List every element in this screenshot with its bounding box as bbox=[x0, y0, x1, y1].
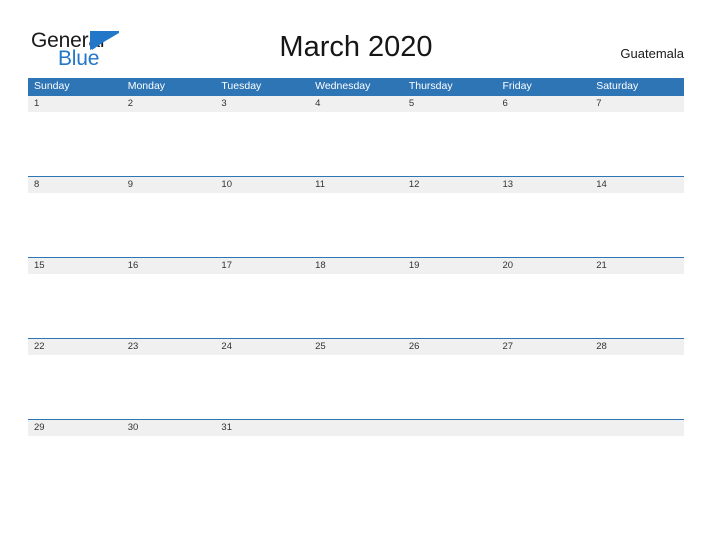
calendar-week-row: 1 2 3 4 5 6 7 bbox=[28, 95, 684, 176]
week-note-area bbox=[28, 355, 684, 419]
day-note-cell[interactable] bbox=[122, 112, 216, 176]
day-note-cell[interactable] bbox=[590, 274, 684, 338]
day-note-cell[interactable] bbox=[215, 355, 309, 419]
week-date-band: 8 9 10 11 12 13 14 bbox=[28, 176, 684, 193]
day-number[interactable]: 29 bbox=[28, 420, 122, 436]
day-number[interactable]: 17 bbox=[215, 258, 309, 274]
day-note-cell[interactable] bbox=[497, 355, 591, 419]
day-note-cell[interactable] bbox=[403, 274, 497, 338]
calendar-grid: Sunday Monday Tuesday Wednesday Thursday… bbox=[28, 78, 684, 436]
day-note-cell[interactable] bbox=[497, 112, 591, 176]
week-note-area bbox=[28, 112, 684, 176]
day-number[interactable]: 9 bbox=[122, 177, 216, 193]
day-note-cell[interactable] bbox=[590, 112, 684, 176]
week-date-band: 15 16 17 18 19 20 21 bbox=[28, 257, 684, 274]
calendar-week-row: 29 30 31 bbox=[28, 419, 684, 436]
day-note-cell[interactable] bbox=[122, 193, 216, 257]
calendar-week-row: 8 9 10 11 12 13 14 bbox=[28, 176, 684, 257]
day-number[interactable]: 28 bbox=[590, 339, 684, 355]
weekday-header-wednesday: Wednesday bbox=[315, 80, 371, 92]
page-title: March 2020 bbox=[279, 31, 433, 63]
day-note-cell[interactable] bbox=[497, 274, 591, 338]
day-note-cell[interactable] bbox=[309, 355, 403, 419]
week-note-area bbox=[28, 193, 684, 257]
day-note-cell[interactable] bbox=[122, 355, 216, 419]
day-note-cell[interactable] bbox=[28, 355, 122, 419]
day-note-cell[interactable] bbox=[122, 274, 216, 338]
day-number-empty bbox=[497, 420, 591, 436]
day-number-empty bbox=[309, 420, 403, 436]
day-note-cell[interactable] bbox=[309, 274, 403, 338]
calendar-week-row: 22 23 24 25 26 27 28 bbox=[28, 338, 684, 419]
weekday-header-sunday: Sunday bbox=[34, 80, 70, 92]
day-number[interactable]: 14 bbox=[590, 177, 684, 193]
day-number[interactable]: 10 bbox=[215, 177, 309, 193]
day-note-cell[interactable] bbox=[215, 274, 309, 338]
day-number[interactable]: 24 bbox=[215, 339, 309, 355]
calendar-week-row: 15 16 17 18 19 20 21 bbox=[28, 257, 684, 338]
day-number[interactable]: 31 bbox=[215, 420, 309, 436]
country-label: Guatemala bbox=[620, 46, 684, 61]
day-number[interactable]: 27 bbox=[497, 339, 591, 355]
day-number-empty bbox=[403, 420, 497, 436]
day-number[interactable]: 7 bbox=[590, 96, 684, 112]
day-note-cell[interactable] bbox=[309, 193, 403, 257]
day-number[interactable]: 13 bbox=[497, 177, 591, 193]
day-number[interactable]: 30 bbox=[122, 420, 216, 436]
week-date-band: 1 2 3 4 5 6 7 bbox=[28, 95, 684, 112]
weekday-header-row: Sunday Monday Tuesday Wednesday Thursday… bbox=[28, 78, 684, 95]
day-note-cell[interactable] bbox=[590, 193, 684, 257]
day-note-cell[interactable] bbox=[403, 355, 497, 419]
day-note-cell[interactable] bbox=[590, 355, 684, 419]
week-date-band: 29 30 31 bbox=[28, 419, 684, 436]
week-note-area bbox=[28, 274, 684, 338]
logo-text-blue: Blue bbox=[58, 47, 100, 70]
day-number[interactable]: 2 bbox=[122, 96, 216, 112]
day-number[interactable]: 6 bbox=[497, 96, 591, 112]
day-number[interactable]: 1 bbox=[28, 96, 122, 112]
day-number[interactable]: 18 bbox=[309, 258, 403, 274]
day-number[interactable]: 20 bbox=[497, 258, 591, 274]
generalblue-logo[interactable]: General Blue bbox=[31, 30, 141, 70]
day-number[interactable]: 26 bbox=[403, 339, 497, 355]
weekday-header-thursday: Thursday bbox=[408, 80, 453, 92]
day-number[interactable]: 25 bbox=[309, 339, 403, 355]
day-number[interactable]: 16 bbox=[122, 258, 216, 274]
day-number[interactable]: 4 bbox=[309, 96, 403, 112]
day-number[interactable]: 12 bbox=[403, 177, 497, 193]
day-number[interactable]: 3 bbox=[215, 96, 309, 112]
page-header: General Blue March 2020 Guatemala bbox=[0, 0, 712, 76]
weekday-header-monday: Monday bbox=[127, 80, 166, 92]
week-date-band: 22 23 24 25 26 27 28 bbox=[28, 338, 684, 355]
day-note-cell[interactable] bbox=[497, 193, 591, 257]
day-note-cell[interactable] bbox=[28, 112, 122, 176]
weekday-header-tuesday: Tuesday bbox=[221, 80, 262, 92]
day-note-cell[interactable] bbox=[215, 112, 309, 176]
day-number[interactable]: 19 bbox=[403, 258, 497, 274]
calendar-page: General Blue March 2020 Guatemala Sunday… bbox=[0, 0, 712, 550]
day-number[interactable]: 5 bbox=[403, 96, 497, 112]
day-number[interactable]: 11 bbox=[309, 177, 403, 193]
day-number[interactable]: 8 bbox=[28, 177, 122, 193]
day-number[interactable]: 23 bbox=[122, 339, 216, 355]
day-note-cell[interactable] bbox=[403, 193, 497, 257]
day-number[interactable]: 15 bbox=[28, 258, 122, 274]
day-number-empty bbox=[590, 420, 684, 436]
day-note-cell[interactable] bbox=[215, 193, 309, 257]
day-note-cell[interactable] bbox=[28, 193, 122, 257]
day-number[interactable]: 21 bbox=[590, 258, 684, 274]
day-note-cell[interactable] bbox=[309, 112, 403, 176]
day-number[interactable]: 22 bbox=[28, 339, 122, 355]
weekday-header-friday: Friday bbox=[502, 80, 532, 92]
day-note-cell[interactable] bbox=[28, 274, 122, 338]
day-note-cell[interactable] bbox=[403, 112, 497, 176]
weekday-header-saturday: Saturday bbox=[596, 80, 639, 92]
